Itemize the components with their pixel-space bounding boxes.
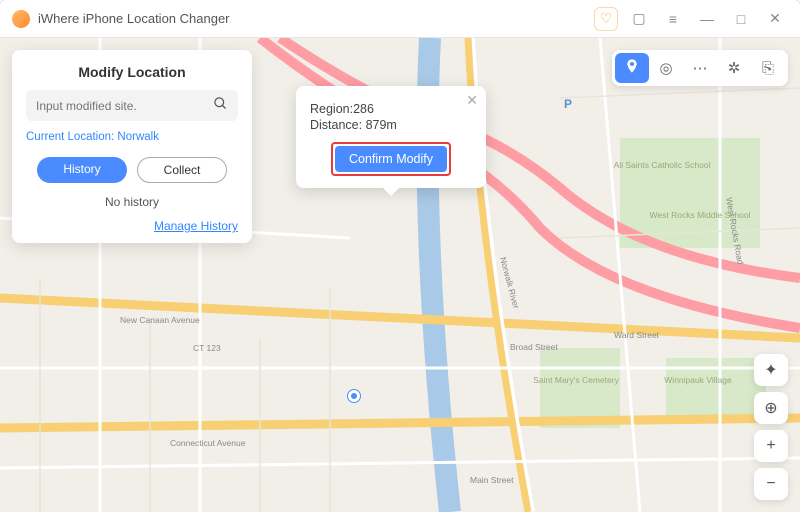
mode-toolbar: ◎ ⋯ ✲ ⎘ — [612, 50, 788, 86]
locate-icon: ✦ — [764, 360, 777, 380]
minus-icon: − — [766, 475, 775, 493]
region-label: Region:286 — [310, 102, 472, 116]
close-button[interactable]: ✕ — [762, 6, 788, 32]
svg-text:Connecticut Avenue: Connecticut Avenue — [170, 438, 246, 448]
tab-row: History Collect — [26, 157, 238, 183]
tab-collect[interactable]: Collect — [137, 157, 227, 183]
app-title: iWhere iPhone Location Changer — [38, 11, 586, 26]
maximize-icon: □ — [737, 11, 745, 27]
modify-location-panel: Modify Location Current Location: Norwal… — [12, 50, 252, 243]
menu-icon: ≡ — [669, 11, 677, 27]
app-logo-icon — [12, 10, 30, 28]
manage-history-link[interactable]: Manage History — [154, 219, 238, 233]
confirm-highlight: Confirm Modify — [331, 142, 451, 176]
svg-text:All Saints Catholic School: All Saints Catholic School — [614, 160, 711, 170]
mode-multistop-button[interactable]: ⋯ — [683, 53, 717, 83]
location-popup: ✕ Region:286 Distance: 879m Confirm Modi… — [296, 86, 486, 188]
history-empty-text: No history — [26, 195, 238, 209]
map-area[interactable]: New Canaan Avenue Connecticut Avenue Nor… — [0, 38, 800, 512]
route-icon: ⋯ — [693, 59, 708, 77]
zoom-out-button[interactable]: − — [754, 468, 788, 500]
svg-text:CT 123: CT 123 — [193, 343, 221, 353]
svg-text:West Rocks Middle School: West Rocks Middle School — [650, 210, 751, 220]
mode-joystick-button[interactable]: ✲ — [717, 53, 751, 83]
crosshair-icon: ⊕ — [764, 398, 777, 418]
svg-text:P: P — [564, 97, 572, 111]
distance-label: Distance: 879m — [310, 118, 472, 132]
titlebar: iWhere iPhone Location Changer ♡ ▢ ≡ — □… — [0, 0, 800, 38]
search-input-wrap[interactable] — [26, 90, 238, 121]
zoom-in-button[interactable]: + — [754, 430, 788, 462]
favorite-button[interactable]: ♡ — [594, 7, 618, 31]
map-pin-icon — [348, 390, 360, 402]
search-input[interactable] — [36, 99, 213, 113]
heart-icon: ♡ — [600, 10, 613, 27]
current-location-link[interactable]: Current Location: Norwalk — [26, 131, 238, 143]
svg-text:Main Street: Main Street — [470, 475, 514, 485]
minimize-button[interactable]: — — [694, 6, 720, 32]
recenter-button[interactable]: ⊕ — [754, 392, 788, 424]
menu-button[interactable]: ≡ — [660, 6, 686, 32]
feedback-button[interactable]: ▢ — [626, 6, 652, 32]
exit-icon: ⎘ — [762, 60, 774, 77]
tab-history[interactable]: History — [37, 157, 127, 183]
search-icon[interactable] — [213, 96, 228, 115]
locate-me-button[interactable]: ✦ — [754, 354, 788, 386]
mode-teleport-button[interactable] — [615, 53, 649, 83]
minimize-icon: — — [700, 11, 714, 27]
svg-text:Ward Street: Ward Street — [614, 330, 660, 340]
walk-icon: ◎ — [659, 59, 672, 77]
panel-heading: Modify Location — [26, 64, 238, 80]
close-icon: ✕ — [769, 10, 781, 27]
popup-close-button[interactable]: ✕ — [466, 92, 478, 109]
svg-text:Saint Mary's Cemetery: Saint Mary's Cemetery — [533, 375, 619, 385]
confirm-modify-button[interactable]: Confirm Modify — [335, 146, 447, 172]
map-controls: ✦ ⊕ + − — [754, 354, 788, 500]
pin-icon — [624, 58, 640, 78]
svg-text:Broad Street: Broad Street — [510, 342, 558, 352]
mode-exit-button[interactable]: ⎘ — [751, 53, 785, 83]
window-icon: ▢ — [632, 10, 645, 27]
joystick-icon: ✲ — [728, 59, 741, 77]
svg-text:Winnipauk Village: Winnipauk Village — [664, 375, 732, 385]
svg-text:New Canaan Avenue: New Canaan Avenue — [120, 315, 200, 325]
plus-icon: + — [766, 437, 775, 455]
mode-onestop-button[interactable]: ◎ — [649, 53, 683, 83]
maximize-button[interactable]: □ — [728, 6, 754, 32]
